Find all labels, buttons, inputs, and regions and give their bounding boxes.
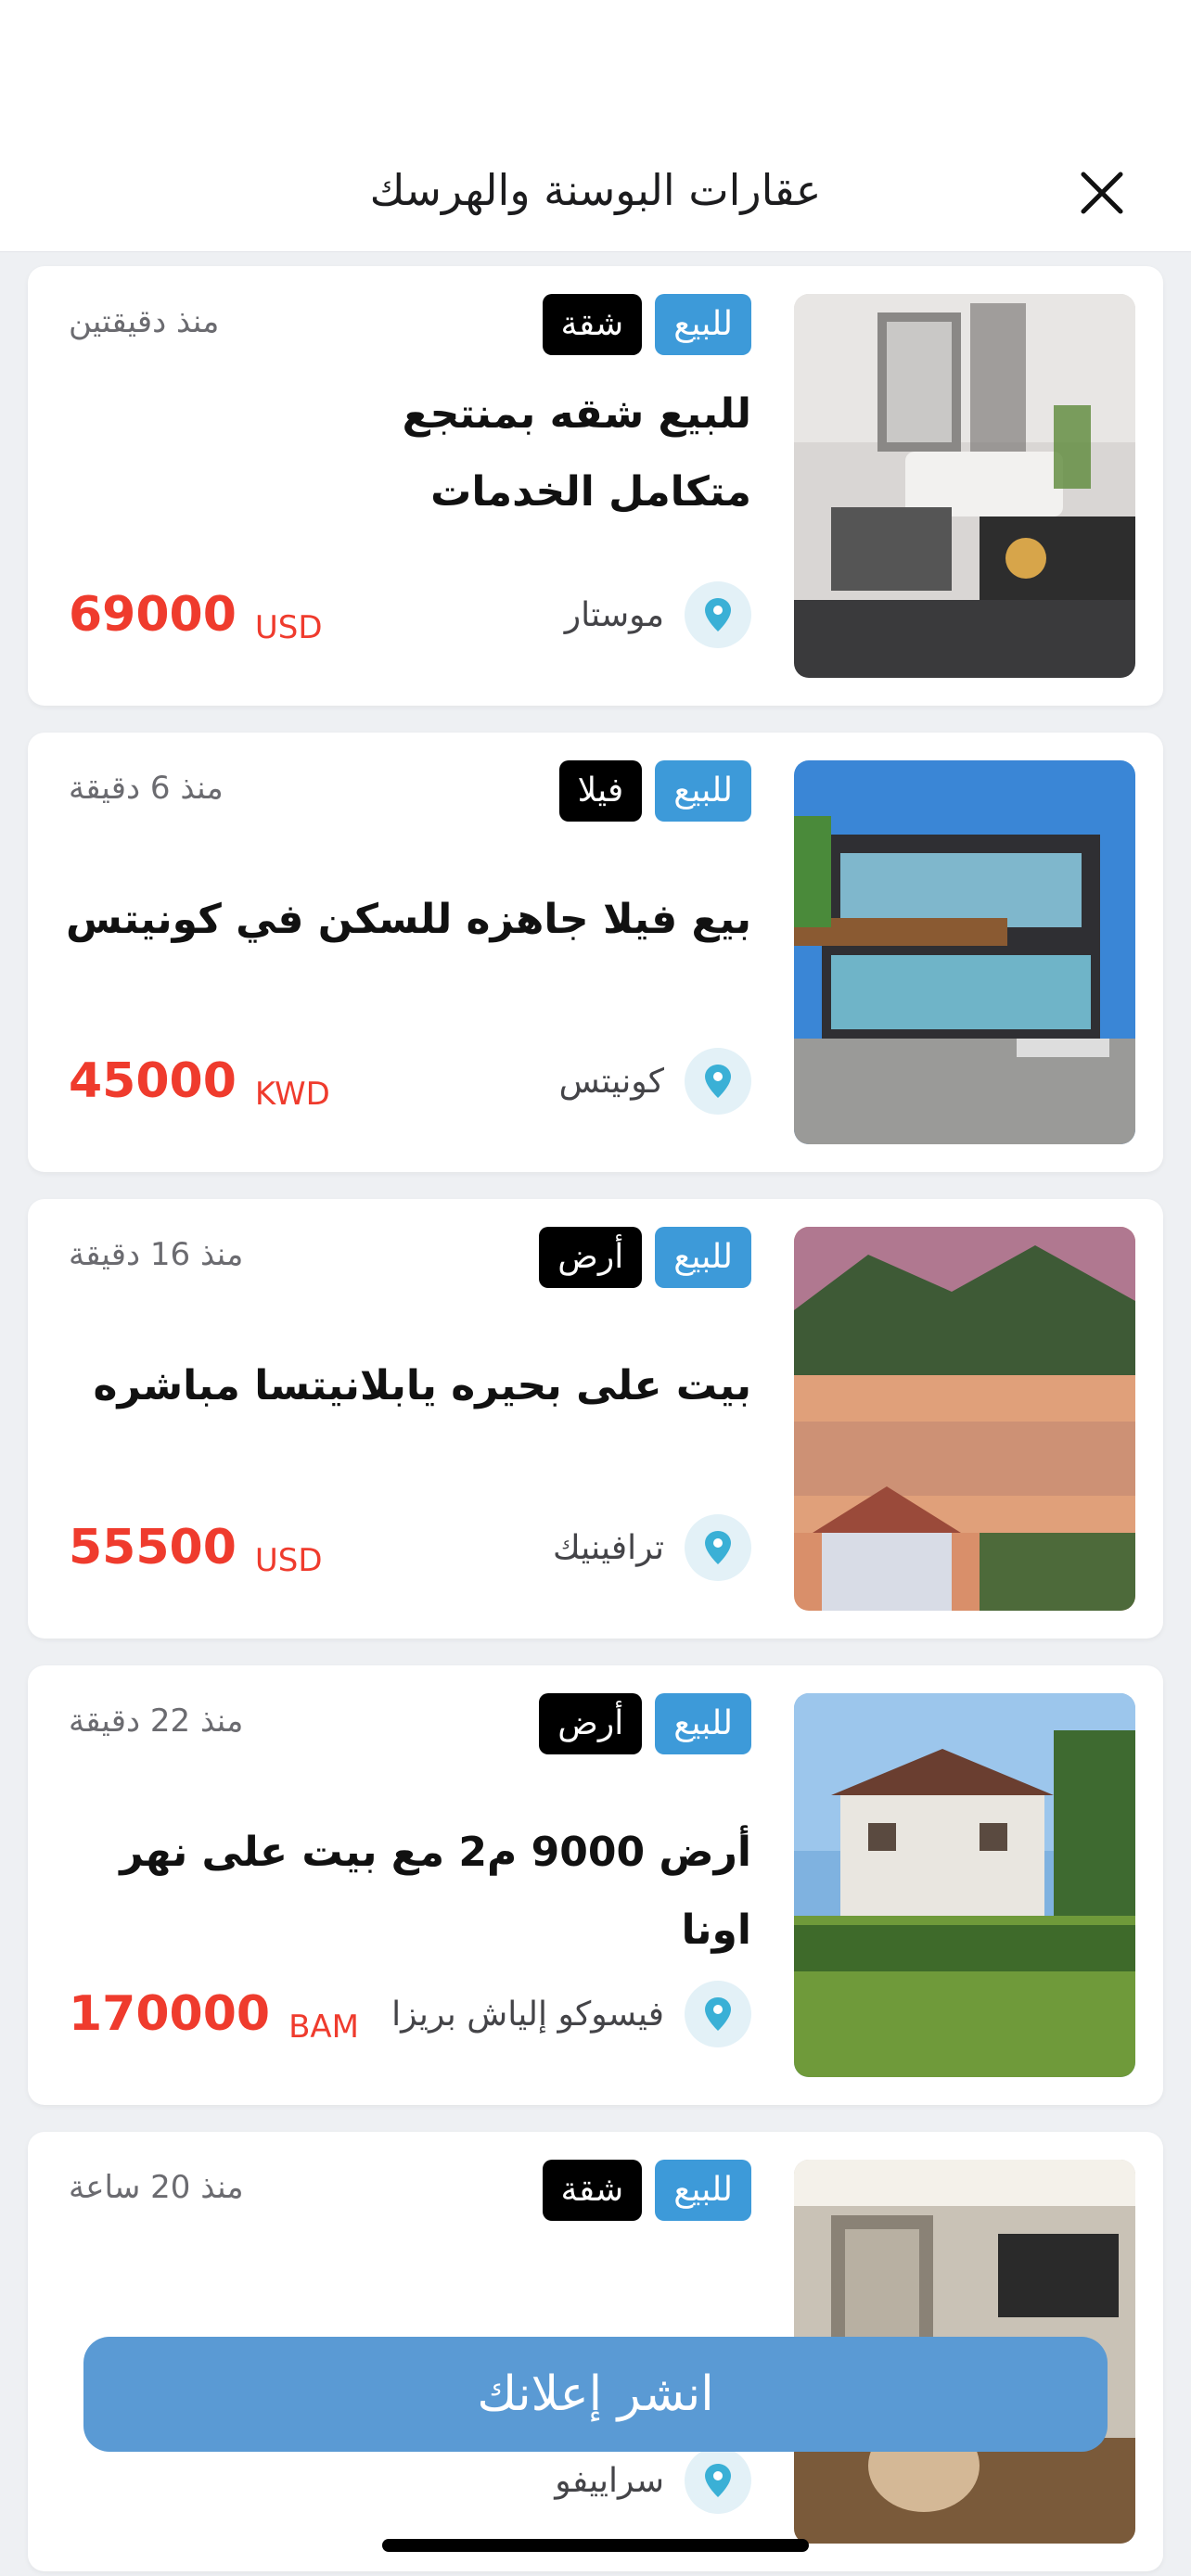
posted-time: منذ 6 دقيقة — [69, 770, 224, 807]
location-pin-icon — [685, 581, 751, 648]
listing-tags: للبيع فيلا — [558, 760, 751, 822]
listing-photo — [794, 760, 1135, 1144]
listing-photo — [794, 1693, 1135, 2077]
listing-card[interactable]: للبيع شقة منذ دقيقتين للبيع شقه بمنتجع م… — [28, 266, 1163, 706]
sale-tag: للبيع — [655, 294, 751, 355]
listing-location: فيسوكو إلياش بريزا — [391, 1981, 751, 2047]
listing-tags: للبيع أرض — [539, 1693, 751, 1754]
location-text: موستار — [564, 595, 664, 634]
listing-photo — [794, 1227, 1135, 1611]
listing-location: سراييفو — [555, 2447, 751, 2514]
listing-tags: للبيع شقة — [542, 2160, 751, 2221]
title-line: بيع فيلا جاهزه للسكن في كونيتس — [66, 896, 751, 943]
listing-card[interactable]: للبيع أرض منذ 22 دقيقة أرض 9000 م2 مع بي… — [28, 1665, 1163, 2105]
price-currency: KWD — [254, 1076, 330, 1113]
location-pin-icon — [685, 1514, 751, 1581]
price-value: 69000 — [69, 587, 237, 643]
location-text: فيسوكو إلياش بريزا — [391, 1995, 664, 2034]
location-pin-icon — [685, 1981, 751, 2047]
listing-location: موستار — [565, 581, 751, 648]
close-icon — [1081, 172, 1123, 214]
listing-price: 170000 BAM — [69, 1986, 359, 2046]
sale-tag: للبيع — [655, 2160, 751, 2221]
listing-location: ترافينيك — [553, 1514, 751, 1581]
price-currency: BAM — [288, 2009, 360, 2046]
price-currency: USD — [254, 1542, 323, 1579]
listing-price: 69000 USD — [69, 587, 323, 646]
title-line: أرض 9000 م2 مع بيت على نهر اونا — [120, 1829, 751, 1954]
listing-tags: للبيع شقة — [542, 294, 751, 355]
header: عقارات البوسنة والهرسك — [0, 139, 1191, 252]
close-button[interactable] — [1076, 167, 1128, 219]
listing-tags: للبيع أرض — [539, 1227, 751, 1288]
sale-tag: للبيع — [655, 760, 751, 822]
price-value: 45000 — [69, 1053, 237, 1109]
type-tag: فيلا — [558, 760, 643, 822]
listing-title: بيت على بحيره يابلانيتسا مباشره — [65, 1347, 751, 1425]
listing-price: 45000 KWD — [69, 1053, 330, 1113]
listing-title: للبيع شقه بمنتجع متكامل الخدمات — [65, 376, 751, 531]
listing-title: بيع فيلا جاهزه للسكن في كونيتس — [65, 881, 751, 959]
listing-photo — [794, 294, 1135, 678]
sale-tag: للبيع — [655, 1227, 751, 1288]
home-indicator — [382, 2539, 809, 2552]
title-line: متكامل الخدمات — [430, 468, 751, 516]
location-text: ترافينيك — [552, 1528, 664, 1567]
listing-card[interactable]: للبيع أرض منذ 16 دقيقة بيت على بحيره ياب… — [28, 1199, 1163, 1639]
price-value: 170000 — [69, 1986, 271, 2042]
location-pin-icon — [685, 1048, 751, 1115]
type-tag: أرض — [539, 1693, 643, 1754]
posted-time: منذ 16 دقيقة — [69, 1236, 244, 1273]
post-ad-button[interactable]: انشر إعلانك — [83, 2337, 1108, 2452]
listing-location: كونيتس — [559, 1048, 751, 1115]
posted-time: منذ دقيقتين — [69, 303, 220, 340]
page-title: عقارات البوسنة والهرسك — [369, 165, 822, 215]
price-value: 55500 — [69, 1520, 237, 1575]
price-currency: USD — [254, 609, 323, 646]
listing-title: أرض 9000 م2 مع بيت على نهر اونا — [65, 1814, 751, 1970]
location-pin-icon — [685, 2447, 751, 2514]
listing-price: 55500 USD — [69, 1520, 323, 1579]
title-line: للبيع شقه بمنتجع — [402, 390, 751, 438]
title-line: بيت على بحيره يابلانيتسا مباشره — [93, 1362, 751, 1409]
type-tag: أرض — [539, 1227, 643, 1288]
posted-time: منذ 22 دقيقة — [69, 1702, 244, 1740]
status-bar-area — [0, 0, 1191, 139]
location-text: كونيتس — [558, 1062, 664, 1101]
sale-tag: للبيع — [655, 1693, 751, 1754]
location-text: سراييفو — [555, 2461, 664, 2500]
listing-card[interactable]: للبيع فيلا منذ 6 دقيقة بيع فيلا جاهزه لل… — [28, 733, 1163, 1172]
type-tag: شقة — [542, 294, 643, 355]
type-tag: شقة — [542, 2160, 643, 2221]
posted-time: منذ 20 ساعة — [69, 2169, 244, 2206]
